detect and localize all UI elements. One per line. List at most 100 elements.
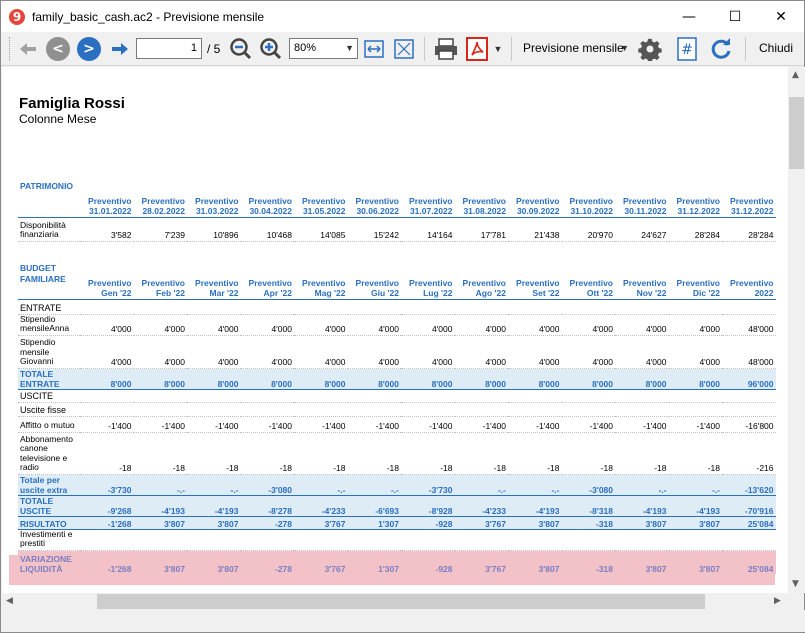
fit-width-button[interactable]	[362, 36, 386, 62]
prev-page-button[interactable]: <	[45, 36, 71, 62]
zoom-in-icon	[260, 38, 282, 60]
pdf-icon	[466, 37, 488, 61]
status-bar	[2, 610, 805, 632]
cell-value: 4'000	[454, 335, 508, 369]
table-row: Totale per uscite extra -3'730 -.- -.- -3'08…	[18, 474, 776, 496]
scroll-down-icon[interactable]: ▼	[792, 579, 799, 589]
cell-value: -8'928	[401, 495, 455, 517]
cell-value: -.-	[454, 474, 508, 496]
cell-empty	[401, 529, 455, 551]
cell-empty	[187, 389, 241, 403]
fit-page-icon	[394, 39, 414, 59]
vertical-scroll-thumb[interactable]	[789, 97, 804, 169]
cell-value: -1'400	[294, 416, 348, 433]
table-row: Uscite fisse	[18, 402, 776, 417]
cell-value: 3'767	[294, 550, 348, 574]
zoom-out-button[interactable]	[228, 36, 254, 62]
column-header-line2: 31.12.2022	[730, 206, 774, 216]
cell-value: 4'000	[401, 314, 455, 336]
zoom-select[interactable]: 80% ▼	[289, 38, 358, 59]
page-number-input[interactable]: 1	[136, 38, 202, 59]
cell-value: 8'000	[294, 368, 348, 390]
table-row: ENTRATE	[18, 299, 776, 315]
scroll-up-icon[interactable]: ▲	[792, 70, 799, 80]
section-title: PATRIMONIO	[18, 181, 80, 218]
next-page-button[interactable]: >	[76, 36, 102, 62]
cell-value: 3'807	[615, 550, 669, 574]
cell-value: 4'000	[240, 335, 294, 369]
cell-value: -.-	[347, 474, 401, 496]
cell-value: -9'268	[80, 495, 134, 517]
close-report-button[interactable]: Chiudi	[753, 38, 799, 59]
first-page-button[interactable]	[15, 36, 41, 62]
column-header-line2: 31.12.2022	[677, 206, 720, 216]
cell-value: 4'000	[668, 335, 722, 369]
cell-empty	[561, 529, 615, 551]
column-header-line1: Preventivo	[248, 195, 292, 206]
column-header-line2: Set '22	[532, 288, 560, 298]
cell-value: -1'268	[80, 516, 134, 530]
zoom-value: 80%	[294, 42, 317, 54]
column-header: Preventivo 28.02.2022	[133, 181, 187, 218]
numbering-button[interactable]: #	[675, 36, 699, 62]
cell-value: -.-	[508, 474, 562, 496]
cell-value: 4'000	[508, 335, 562, 369]
cell-value: -3'080	[240, 474, 294, 496]
column-header-line1: Preventivo	[302, 195, 346, 206]
pdf-button[interactable]	[465, 36, 489, 62]
cell-value: 8'000	[508, 368, 562, 390]
cell-empty	[401, 299, 455, 315]
column-header-line2: Lug '22	[423, 288, 453, 298]
column-header-line1: Preventivo	[88, 195, 132, 206]
cell-value: -216	[722, 432, 776, 475]
cell-value: 3'807	[133, 516, 187, 530]
report-viewport[interactable]: Famiglia Rossi Colonne Mese PATRIMONIO Pr…	[2, 67, 788, 593]
cell-empty	[668, 389, 722, 403]
column-header: Preventivo 2022	[722, 263, 776, 300]
horizontal-scrollbar[interactable]: ◀ ▶	[2, 593, 788, 610]
scroll-right-icon[interactable]: ▶	[774, 596, 781, 606]
cell-empty	[133, 402, 187, 417]
column-header-line1: Preventivo	[409, 277, 453, 288]
cell-empty	[454, 389, 508, 403]
print-button[interactable]	[432, 36, 460, 62]
row-label: Stipendio mensileAnna	[18, 314, 80, 336]
cell-value: -928	[401, 516, 455, 530]
cell-value: -4'193	[668, 495, 722, 517]
cell-value: 4'000	[401, 335, 455, 369]
settings-button[interactable]	[637, 36, 663, 62]
column-header: Preventivo 30.11.2022	[615, 181, 669, 218]
cell-empty	[80, 402, 134, 417]
horizontal-scroll-thumb[interactable]	[97, 594, 705, 609]
column-header-line2: 31.03.2022	[195, 206, 239, 216]
last-page-button[interactable]	[107, 36, 133, 62]
column-header-line2: 31.07.2022	[409, 206, 453, 216]
zoom-in-button[interactable]	[258, 36, 284, 62]
refresh-button[interactable]	[708, 36, 734, 62]
scroll-left-icon[interactable]: ◀	[6, 596, 13, 606]
view-select[interactable]: Previsione mensile ▼	[519, 38, 631, 59]
column-header-line1: Preventivo	[676, 195, 720, 206]
cell-value: 4'000	[294, 314, 348, 336]
cell-value: 4'000	[347, 335, 401, 369]
cell-value: -318	[561, 516, 615, 530]
cell-value: -3'080	[561, 474, 615, 496]
cell-value: -.-	[668, 474, 722, 496]
column-header-line1: Preventivo	[355, 277, 399, 288]
cell-value: 3'767	[454, 516, 508, 530]
column-header-line1: Preventivo	[516, 195, 560, 206]
fit-page-button[interactable]	[392, 36, 416, 62]
column-header-line2: Feb '22	[156, 288, 185, 298]
close-window-button[interactable]: ✕	[758, 1, 804, 32]
minimize-button[interactable]: —	[666, 1, 712, 32]
svg-text:#: #	[681, 42, 693, 58]
pdf-dropdown-button[interactable]: ▼	[491, 36, 505, 62]
maximize-button[interactable]: ☐	[712, 1, 758, 32]
cell-value: -1'400	[187, 416, 241, 433]
cell-empty	[80, 299, 134, 315]
table-row: Disponibilità finanziaria 3'582 7'239 10'89…	[18, 217, 776, 242]
cell-value: -928	[401, 550, 455, 574]
cell-value: -3'730	[401, 474, 455, 496]
vertical-scrollbar[interactable]: ▲ ▼	[788, 67, 805, 593]
cell-value: 8'000	[133, 368, 187, 390]
